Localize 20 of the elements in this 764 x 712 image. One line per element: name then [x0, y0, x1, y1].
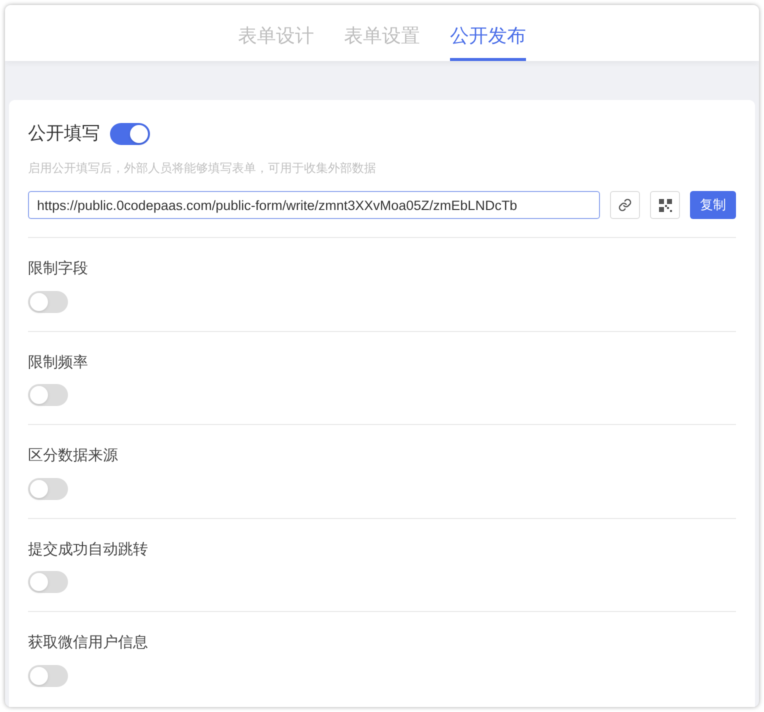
toggle-switch[interactable]: [110, 122, 150, 144]
setting-label: 限制字段: [28, 259, 89, 279]
toggle-switch[interactable]: [28, 478, 68, 500]
section-title: 公开填写: [28, 122, 100, 145]
toggle-switch[interactable]: [28, 290, 68, 312]
toggle-switch[interactable]: [28, 571, 68, 593]
tab[interactable]: 公开发布: [450, 5, 526, 61]
description-text: 启用公开填写后，外部人员将能够填写表单，可用于收集外部数据: [28, 160, 377, 177]
qr-code-button[interactable]: [650, 191, 680, 219]
setting-label: 限制频率: [28, 352, 89, 372]
setting-label: 提交成功自动跳转: [28, 540, 149, 560]
copy-button[interactable]: 复制: [690, 191, 736, 219]
link-icon: [618, 198, 632, 212]
setting-label: 区分数据来源: [28, 446, 119, 466]
toggle-switch[interactable]: [28, 384, 68, 406]
qr-code-icon: [658, 198, 672, 212]
setting-label: 获取微信用户信息: [28, 633, 149, 653]
url-field[interactable]: https://public.0codepaas.com/public-form/write/zmnt3XXvMoa05Z/zmEbLNDcTb: [28, 191, 600, 219]
toggle-switch[interactable]: [28, 664, 68, 686]
link-button[interactable]: [610, 191, 640, 219]
